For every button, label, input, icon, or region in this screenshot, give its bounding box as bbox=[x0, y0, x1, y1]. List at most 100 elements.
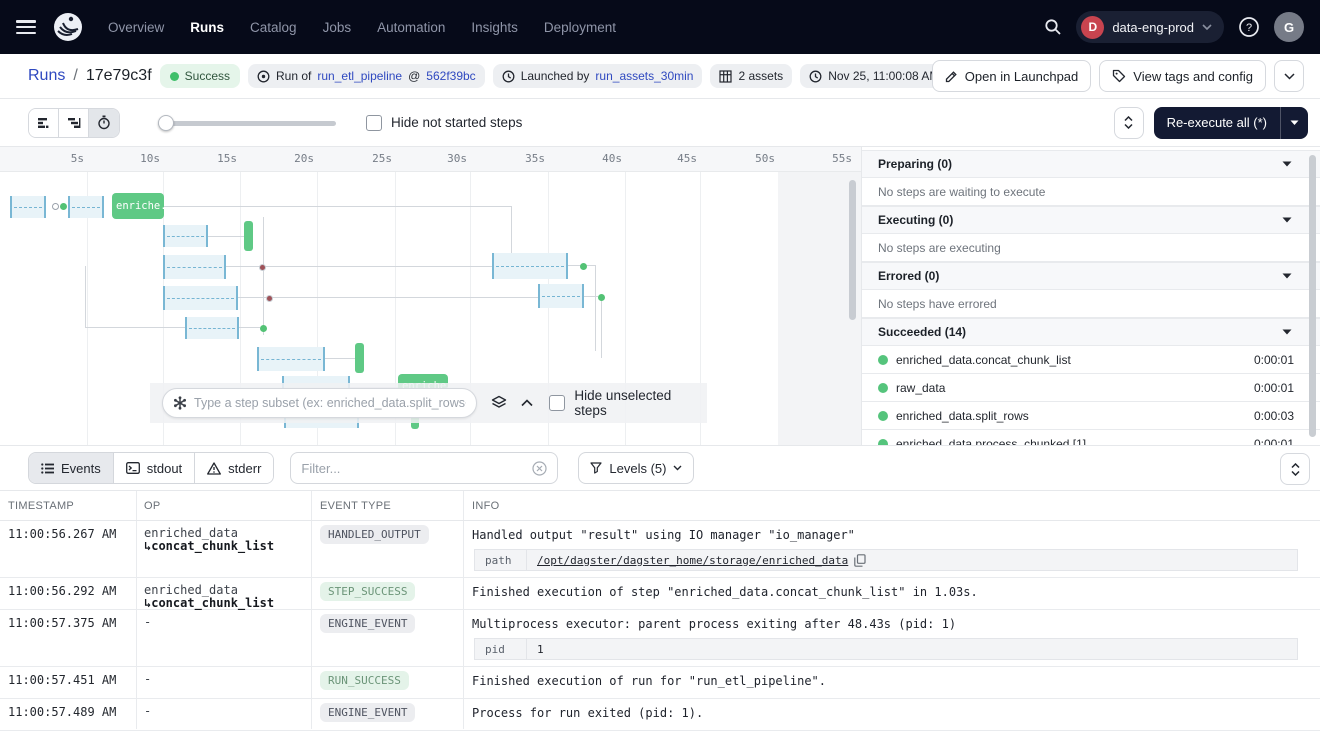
dagster-logo-icon[interactable] bbox=[50, 9, 86, 45]
nav-item-overview[interactable]: Overview bbox=[108, 20, 164, 35]
open-in-launchpad-button[interactable]: Open in Launchpad bbox=[931, 60, 1092, 92]
step-panel-scrollbar[interactable] bbox=[1309, 155, 1316, 437]
menu-icon[interactable] bbox=[16, 20, 36, 34]
tab-events-label: Events bbox=[61, 460, 101, 476]
up-down-icon bbox=[1124, 116, 1133, 129]
gantt-bar-waiting[interactable] bbox=[538, 284, 584, 308]
metadata-value[interactable]: /opt/dagster/dagster_home/storage/enrich… bbox=[527, 554, 876, 567]
step-row[interactable]: raw_data 0:00:01 bbox=[862, 374, 1320, 402]
hide-not-started-checkbox[interactable] bbox=[366, 114, 382, 131]
workspace-switcher[interactable]: D data-eng-prod bbox=[1076, 11, 1224, 43]
section-header-succeeded[interactable]: Succeeded (14) bbox=[862, 318, 1320, 346]
metadata-value: 1 bbox=[537, 642, 544, 656]
section-header-errored[interactable]: Errored (0) bbox=[862, 262, 1320, 290]
step-subset-inputbox[interactable] bbox=[162, 388, 478, 418]
tag-link[interactable]: run_assets_30min bbox=[595, 69, 693, 83]
tag-link[interactable]: 562f39bc bbox=[426, 69, 475, 83]
chevron-up-icon[interactable] bbox=[521, 399, 533, 407]
clear-filter-icon[interactable] bbox=[532, 460, 548, 476]
event-type-badge: RUN_SUCCESS bbox=[320, 671, 409, 690]
zoom-slider-thumb[interactable] bbox=[158, 114, 174, 131]
event-timestamp: 11:00:56.267 AM bbox=[8, 527, 117, 541]
nav-item-insights[interactable]: Insights bbox=[471, 20, 518, 35]
event-row[interactable]: 11:00:57.375 AM - ENGINE_EVENT Multiprocess… bbox=[0, 610, 1320, 667]
run-header-left: Runs / 17e79c3f Success Run of run_etl_p… bbox=[28, 64, 1034, 88]
tab-events[interactable]: Events bbox=[29, 453, 114, 483]
filter-input[interactable] bbox=[301, 460, 533, 476]
gantt-chart: 5s 10s 15s 20s 25s 30s 35s 40s 45s 50s 55s enriche… bbox=[0, 147, 862, 445]
tab-stdout[interactable]: stdout bbox=[113, 453, 196, 483]
run-id: 17e79c3f bbox=[85, 67, 152, 84]
topnav-right: D data-eng-prod ? G bbox=[1044, 11, 1304, 43]
gantt-bar-waiting[interactable] bbox=[10, 196, 46, 218]
step-subset-overlay: Hide unselected steps bbox=[150, 383, 707, 423]
user-avatar[interactable]: G bbox=[1274, 12, 1304, 42]
gantt-bar-succeeded[interactable] bbox=[244, 221, 253, 251]
copy-icon[interactable] bbox=[854, 553, 866, 567]
gantt-time-axis: 5s 10s 15s 20s 25s 30s 35s 40s 45s 50s 55s bbox=[0, 147, 861, 172]
flat-view-button[interactable] bbox=[29, 108, 59, 137]
event-row[interactable]: 11:00:56.267 AM enriched_data ↳concat_chun… bbox=[0, 521, 1320, 578]
tab-stderr[interactable]: stderr bbox=[195, 453, 274, 483]
gantt-bar-waiting[interactable] bbox=[257, 347, 325, 371]
tag-text: Nov 25, 11:00:08 AM bbox=[828, 69, 940, 83]
event-row[interactable]: 11:00:57.489 AM - ENGINE_EVENT Process for … bbox=[0, 699, 1320, 731]
timed-view-button[interactable] bbox=[89, 108, 119, 137]
status-dot bbox=[169, 71, 179, 81]
gantt-bar-waiting[interactable] bbox=[492, 253, 568, 279]
run-header-more-button[interactable] bbox=[1274, 60, 1304, 92]
layers-icon[interactable] bbox=[491, 395, 507, 411]
terminal-icon bbox=[125, 462, 140, 474]
run-tag-0[interactable]: Run of run_etl_pipeline @ 562f39bc bbox=[248, 64, 485, 88]
gantt-bar-waiting[interactable] bbox=[68, 196, 104, 218]
gantt-scrollbar[interactable] bbox=[849, 180, 856, 320]
gantt-sort-button[interactable] bbox=[1113, 106, 1144, 139]
nav-item-catalog[interactable]: Catalog bbox=[250, 20, 297, 35]
run-tag-3[interactable]: Nov 25, 11:00:08 AM bbox=[800, 64, 949, 88]
nav-item-runs[interactable]: Runs bbox=[190, 20, 224, 35]
event-type-badge: ENGINE_EVENT bbox=[320, 614, 416, 633]
view-tags-config-button[interactable]: View tags and config bbox=[1099, 60, 1266, 92]
gantt-bar-succeeded[interactable] bbox=[355, 343, 364, 373]
tag-link[interactable]: run_etl_pipeline bbox=[317, 69, 402, 83]
gantt-bar-waiting[interactable] bbox=[185, 317, 239, 339]
gantt-bar-waiting[interactable] bbox=[163, 225, 208, 247]
nav-item-automation[interactable]: Automation bbox=[377, 20, 445, 35]
filter-box[interactable] bbox=[290, 452, 559, 484]
log-tabs: Events stdout stderr bbox=[28, 452, 275, 484]
gantt-connector-line bbox=[325, 358, 355, 359]
step-row[interactable]: enriched_data.split_rows 0:00:03 bbox=[862, 402, 1320, 430]
event-row[interactable]: 11:00:57.451 AM - RUN_SUCCESS Finished exec… bbox=[0, 667, 1320, 699]
status-label: Success bbox=[184, 69, 231, 83]
reexecute-all-button[interactable]: Re-execute all (*) bbox=[1153, 106, 1308, 139]
gantt-bar-waiting[interactable] bbox=[163, 286, 238, 310]
gantt-bar-waiting[interactable] bbox=[163, 255, 226, 279]
breadcrumb-runs-link[interactable]: Runs bbox=[28, 67, 65, 85]
help-icon[interactable]: ? bbox=[1238, 16, 1260, 38]
events-sort-button[interactable] bbox=[1280, 453, 1310, 485]
search-icon[interactable] bbox=[1044, 18, 1062, 36]
step-subset-input[interactable] bbox=[194, 396, 467, 410]
run-header-actions: Open in Launchpad View tags and config bbox=[931, 60, 1304, 92]
zoom-slider[interactable] bbox=[158, 114, 336, 131]
event-op: - bbox=[144, 704, 152, 718]
step-row[interactable]: enriched_data.process_chunked [1] 0:00:01 bbox=[862, 430, 1320, 445]
gantt-bar-succeeded[interactable]: enriche. bbox=[112, 193, 164, 219]
axis-tick-20s: 20s bbox=[294, 152, 314, 165]
section-header-executing[interactable]: Executing (0) bbox=[862, 206, 1320, 234]
event-row[interactable]: 11:00:56.292 AM enriched_data ↳concat_chun… bbox=[0, 578, 1320, 610]
gantt-marker-dot bbox=[598, 294, 605, 301]
nav-item-deployment[interactable]: Deployment bbox=[544, 20, 616, 35]
waterfall-view-button[interactable] bbox=[59, 108, 89, 137]
reexecute-dropdown-button[interactable] bbox=[1280, 106, 1308, 139]
axis-tick-35s: 35s bbox=[525, 152, 545, 165]
step-row[interactable]: enriched_data.concat_chunk_list 0:00:01 bbox=[862, 346, 1320, 374]
nav-item-jobs[interactable]: Jobs bbox=[323, 20, 352, 35]
run-tag-2[interactable]: 2 assets bbox=[710, 64, 793, 88]
section-header-preparing[interactable]: Preparing (0) bbox=[862, 150, 1320, 178]
run-tag-1[interactable]: Launched by run_assets_30min bbox=[492, 64, 703, 88]
view-tags-config-label: View tags and config bbox=[1133, 68, 1253, 84]
hide-unselected-checkbox[interactable] bbox=[549, 395, 566, 411]
step-duration: 0:00:03 bbox=[1253, 408, 1294, 423]
levels-dropdown[interactable]: Levels (5) bbox=[578, 452, 695, 484]
